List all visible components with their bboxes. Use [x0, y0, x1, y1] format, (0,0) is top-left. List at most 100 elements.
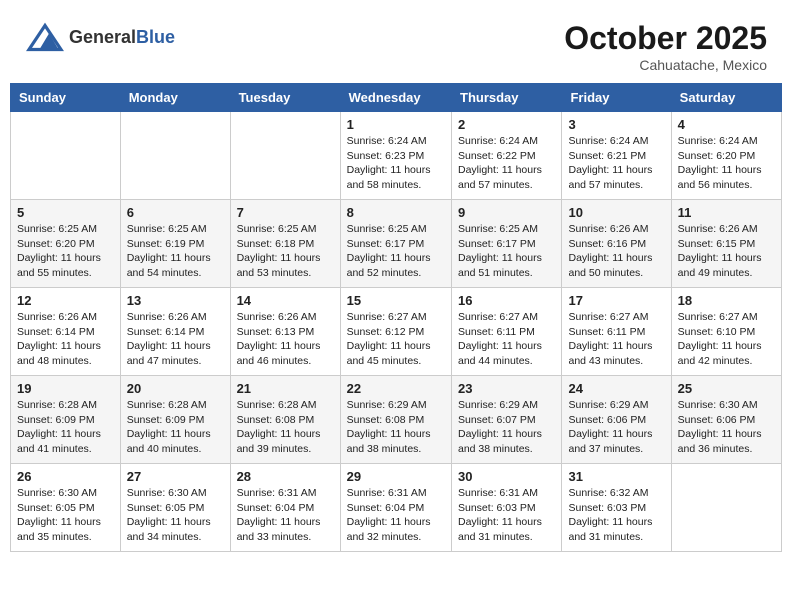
day-info: Sunrise: 6:28 AM Sunset: 6:08 PM Dayligh…: [237, 398, 334, 457]
calendar-cell: 31Sunrise: 6:32 AM Sunset: 6:03 PM Dayli…: [562, 464, 671, 552]
day-info: Sunrise: 6:24 AM Sunset: 6:20 PM Dayligh…: [678, 134, 775, 193]
day-number: 16: [458, 293, 555, 308]
day-number: 22: [347, 381, 445, 396]
day-number: 18: [678, 293, 775, 308]
day-info: Sunrise: 6:26 AM Sunset: 6:16 PM Dayligh…: [568, 222, 664, 281]
day-info: Sunrise: 6:32 AM Sunset: 6:03 PM Dayligh…: [568, 486, 664, 545]
day-number: 9: [458, 205, 555, 220]
calendar-week-row: 1Sunrise: 6:24 AM Sunset: 6:23 PM Daylig…: [11, 112, 782, 200]
calendar-cell: 5Sunrise: 6:25 AM Sunset: 6:20 PM Daylig…: [11, 200, 121, 288]
weekday-header: Sunday: [11, 84, 121, 112]
calendar-cell: 18 Sunrise: 6:27 AM Sunset: 6:10 PM Dayli…: [671, 288, 781, 376]
calendar-cell: 7 Sunrise: 6:25 AM Sunset: 6:18 PM Daylig…: [230, 200, 340, 288]
day-info: Sunrise: 6:24 AM Sunset: 6:21 PM Dayligh…: [568, 134, 664, 193]
day-info: Sunrise: 6:25 AM Sunset: 6:18 PM Dayligh…: [237, 222, 334, 281]
day-number: 10: [568, 205, 664, 220]
page-header: GeneralBlue October 2025 Cahuatache, Mex…: [10, 10, 782, 78]
day-number: 28: [237, 469, 334, 484]
day-number: 13: [127, 293, 224, 308]
day-info: Sunrise: 6:29 AM Sunset: 6:06 PM Dayligh…: [568, 398, 664, 457]
day-info: Sunrise: 6:26 AM Sunset: 6:14 PM Dayligh…: [127, 310, 224, 369]
calendar-week-row: 12 Sunrise: 6:26 AM Sunset: 6:14 PM Dayli…: [11, 288, 782, 376]
day-info: Sunrise: 6:27 AM Sunset: 6:11 PM Dayligh…: [458, 310, 555, 369]
day-number: 21: [237, 381, 334, 396]
day-info: Sunrise: 6:31 AM Sunset: 6:04 PM Dayligh…: [237, 486, 334, 545]
calendar-cell: [120, 112, 230, 200]
logo-blue: Blue: [136, 27, 175, 47]
day-number: 19: [17, 381, 114, 396]
day-number: 4: [678, 117, 775, 132]
calendar-cell: 2 Sunrise: 6:24 AM Sunset: 6:22 PM Daylig…: [452, 112, 562, 200]
calendar-cell: 22 Sunrise: 6:29 AM Sunset: 6:08 PM Dayli…: [340, 376, 451, 464]
weekday-header: Thursday: [452, 84, 562, 112]
day-info: Sunrise: 6:30 AM Sunset: 6:05 PM Dayligh…: [127, 486, 224, 545]
day-number: 24: [568, 381, 664, 396]
weekday-header: Monday: [120, 84, 230, 112]
weekday-header: Wednesday: [340, 84, 451, 112]
calendar-week-row: 5Sunrise: 6:25 AM Sunset: 6:20 PM Daylig…: [11, 200, 782, 288]
calendar-cell: 25 Sunrise: 6:30 AM Sunset: 6:06 PM Dayli…: [671, 376, 781, 464]
day-info: Sunrise: 6:28 AM Sunset: 6:09 PM Dayligh…: [127, 398, 224, 457]
calendar-cell: 20 Sunrise: 6:28 AM Sunset: 6:09 PM Dayli…: [120, 376, 230, 464]
weekday-header: Saturday: [671, 84, 781, 112]
day-info: Sunrise: 6:25 AM Sunset: 6:17 PM Dayligh…: [458, 222, 555, 281]
day-number: 29: [347, 469, 445, 484]
calendar-cell: 3 Sunrise: 6:24 AM Sunset: 6:21 PM Daylig…: [562, 112, 671, 200]
day-number: 30: [458, 469, 555, 484]
day-number: 20: [127, 381, 224, 396]
day-info: Sunrise: 6:31 AM Sunset: 6:04 PM Dayligh…: [347, 486, 445, 545]
calendar-table: SundayMondayTuesdayWednesdayThursdayFrid…: [10, 83, 782, 552]
calendar-cell: 30Sunrise: 6:31 AM Sunset: 6:03 PM Dayli…: [452, 464, 562, 552]
day-info: Sunrise: 6:27 AM Sunset: 6:11 PM Dayligh…: [568, 310, 664, 369]
calendar-cell: 6Sunrise: 6:25 AM Sunset: 6:19 PM Daylig…: [120, 200, 230, 288]
calendar-cell: 13 Sunrise: 6:26 AM Sunset: 6:14 PM Dayli…: [120, 288, 230, 376]
calendar-cell: 8 Sunrise: 6:25 AM Sunset: 6:17 PM Daylig…: [340, 200, 451, 288]
calendar-cell: 4 Sunrise: 6:24 AM Sunset: 6:20 PM Daylig…: [671, 112, 781, 200]
day-number: 3: [568, 117, 664, 132]
day-info: Sunrise: 6:27 AM Sunset: 6:10 PM Dayligh…: [678, 310, 775, 369]
day-info: Sunrise: 6:27 AM Sunset: 6:12 PM Dayligh…: [347, 310, 445, 369]
logo-icon: [25, 20, 65, 55]
location: Cahuatache, Mexico: [564, 57, 767, 73]
calendar-cell: 26 Sunrise: 6:30 AM Sunset: 6:05 PM Dayli…: [11, 464, 121, 552]
day-info: Sunrise: 6:26 AM Sunset: 6:15 PM Dayligh…: [678, 222, 775, 281]
calendar-cell: 29 Sunrise: 6:31 AM Sunset: 6:04 PM Dayli…: [340, 464, 451, 552]
calendar-cell: 16 Sunrise: 6:27 AM Sunset: 6:11 PM Dayli…: [452, 288, 562, 376]
day-info: Sunrise: 6:25 AM Sunset: 6:17 PM Dayligh…: [347, 222, 445, 281]
calendar-cell: 17 Sunrise: 6:27 AM Sunset: 6:11 PM Dayli…: [562, 288, 671, 376]
day-number: 17: [568, 293, 664, 308]
day-info: Sunrise: 6:30 AM Sunset: 6:05 PM Dayligh…: [17, 486, 114, 545]
day-info: Sunrise: 6:29 AM Sunset: 6:08 PM Dayligh…: [347, 398, 445, 457]
day-info: Sunrise: 6:25 AM Sunset: 6:20 PM Dayligh…: [17, 222, 114, 281]
calendar-cell: 24 Sunrise: 6:29 AM Sunset: 6:06 PM Dayli…: [562, 376, 671, 464]
day-number: 8: [347, 205, 445, 220]
day-info: Sunrise: 6:26 AM Sunset: 6:14 PM Dayligh…: [17, 310, 114, 369]
day-info: Sunrise: 6:30 AM Sunset: 6:06 PM Dayligh…: [678, 398, 775, 457]
calendar-week-row: 19 Sunrise: 6:28 AM Sunset: 6:09 PM Dayli…: [11, 376, 782, 464]
day-number: 14: [237, 293, 334, 308]
logo: GeneralBlue: [25, 20, 175, 55]
calendar-cell: 28 Sunrise: 6:31 AM Sunset: 6:04 PM Dayli…: [230, 464, 340, 552]
month-title: October 2025: [564, 20, 767, 57]
day-number: 11: [678, 205, 775, 220]
day-number: 12: [17, 293, 114, 308]
day-number: 25: [678, 381, 775, 396]
calendar-cell: 19 Sunrise: 6:28 AM Sunset: 6:09 PM Dayli…: [11, 376, 121, 464]
day-info: Sunrise: 6:28 AM Sunset: 6:09 PM Dayligh…: [17, 398, 114, 457]
day-number: 23: [458, 381, 555, 396]
day-info: Sunrise: 6:24 AM Sunset: 6:22 PM Dayligh…: [458, 134, 555, 193]
day-number: 7: [237, 205, 334, 220]
calendar-cell: [230, 112, 340, 200]
title-block: October 2025 Cahuatache, Mexico: [564, 20, 767, 73]
calendar-cell: 15 Sunrise: 6:27 AM Sunset: 6:12 PM Dayli…: [340, 288, 451, 376]
day-number: 15: [347, 293, 445, 308]
day-info: Sunrise: 6:26 AM Sunset: 6:13 PM Dayligh…: [237, 310, 334, 369]
weekday-header: Tuesday: [230, 84, 340, 112]
calendar-cell: [671, 464, 781, 552]
logo-general: General: [69, 27, 136, 47]
calendar-cell: 11 Sunrise: 6:26 AM Sunset: 6:15 PM Dayli…: [671, 200, 781, 288]
calendar-cell: 27Sunrise: 6:30 AM Sunset: 6:05 PM Dayli…: [120, 464, 230, 552]
day-number: 26: [17, 469, 114, 484]
day-info: Sunrise: 6:24 AM Sunset: 6:23 PM Dayligh…: [347, 134, 445, 193]
day-number: 2: [458, 117, 555, 132]
